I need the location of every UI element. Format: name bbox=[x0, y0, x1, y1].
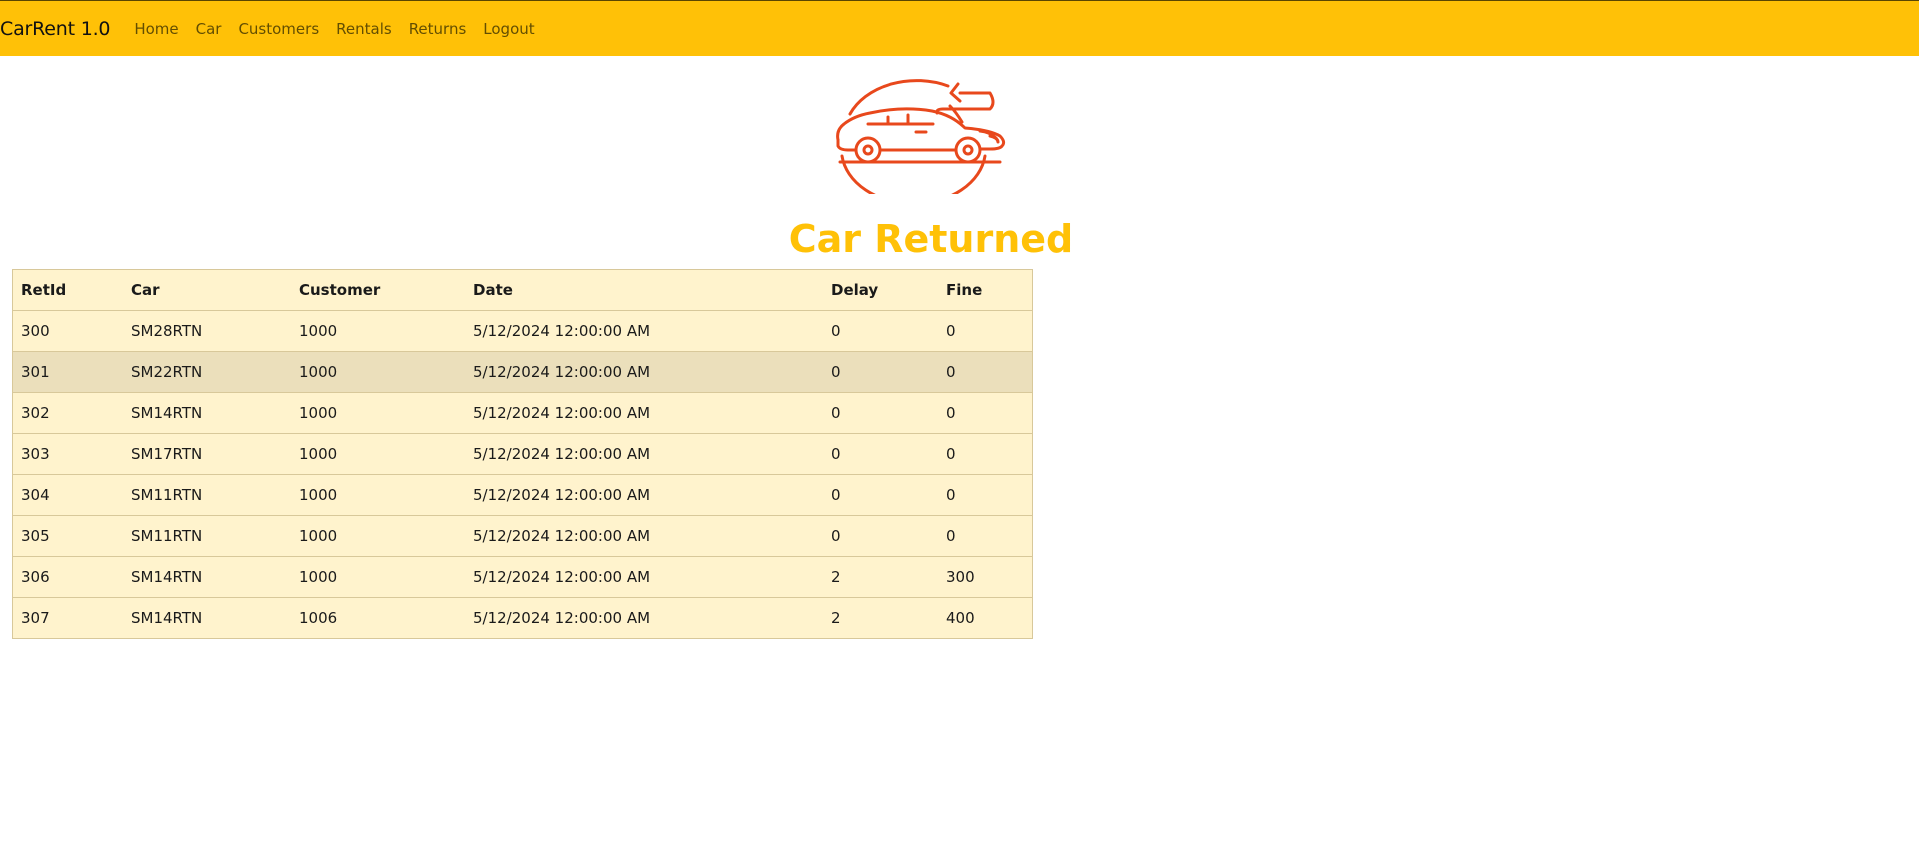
col-header-fine: Fine bbox=[938, 269, 1033, 311]
cell-delay: 0 bbox=[823, 515, 938, 557]
cell-retid: 302 bbox=[12, 392, 123, 434]
cell-fine: 0 bbox=[938, 310, 1033, 352]
cell-fine: 0 bbox=[938, 433, 1033, 475]
table-row[interactable]: 303 SM17RTN 1000 5/12/2024 12:00:00 AM 0… bbox=[12, 433, 1033, 475]
col-header-delay: Delay bbox=[823, 269, 938, 311]
col-header-date: Date bbox=[465, 269, 823, 311]
cell-date: 5/12/2024 12:00:00 AM bbox=[465, 392, 823, 434]
cell-fine: 0 bbox=[938, 392, 1033, 434]
cell-date: 5/12/2024 12:00:00 AM bbox=[465, 474, 823, 516]
brand-link[interactable]: CarRent 1.0 bbox=[0, 18, 111, 40]
cell-customer: 1000 bbox=[291, 515, 465, 557]
cell-date: 5/12/2024 12:00:00 AM bbox=[465, 597, 823, 639]
cell-car: SM11RTN bbox=[123, 515, 291, 557]
cell-date: 5/12/2024 12:00:00 AM bbox=[465, 310, 823, 352]
cell-fine: 400 bbox=[938, 597, 1033, 639]
cell-customer: 1000 bbox=[291, 433, 465, 475]
cell-date: 5/12/2024 12:00:00 AM bbox=[465, 515, 823, 557]
cell-date: 5/12/2024 12:00:00 AM bbox=[465, 556, 823, 598]
table-row[interactable]: 300 SM28RTN 1000 5/12/2024 12:00:00 AM 0… bbox=[12, 310, 1033, 352]
cell-retid: 305 bbox=[12, 515, 123, 557]
cell-delay: 2 bbox=[823, 556, 938, 598]
cell-car: SM14RTN bbox=[123, 556, 291, 598]
cell-customer: 1000 bbox=[291, 474, 465, 516]
cell-delay: 0 bbox=[823, 351, 938, 393]
cell-fine: 0 bbox=[938, 351, 1033, 393]
cell-customer: 1006 bbox=[291, 597, 465, 639]
table-row[interactable]: 302 SM14RTN 1000 5/12/2024 12:00:00 AM 0… bbox=[12, 392, 1033, 434]
nav-link-logout[interactable]: Logout bbox=[483, 20, 534, 38]
cell-retid: 304 bbox=[12, 474, 123, 516]
nav-link-returns[interactable]: Returns bbox=[409, 20, 467, 38]
cell-customer: 1000 bbox=[291, 556, 465, 598]
cell-car: SM22RTN bbox=[123, 351, 291, 393]
nav-link-home[interactable]: Home bbox=[134, 20, 178, 38]
cell-fine: 0 bbox=[938, 474, 1033, 516]
cell-retid: 306 bbox=[12, 556, 123, 598]
table-row[interactable]: 305 SM11RTN 1000 5/12/2024 12:00:00 AM 0… bbox=[12, 515, 1033, 557]
nav-link-car[interactable]: Car bbox=[196, 20, 222, 38]
cell-retid: 307 bbox=[12, 597, 123, 639]
cell-fine: 0 bbox=[938, 515, 1033, 557]
table-row[interactable]: 301 SM22RTN 1000 5/12/2024 12:00:00 AM 0… bbox=[12, 351, 1033, 393]
cell-fine: 300 bbox=[938, 556, 1033, 598]
page-title: Car Returned bbox=[788, 217, 1074, 261]
table-header-row: RetId Car Customer Date Delay Fine bbox=[12, 269, 1033, 311]
cell-car: SM14RTN bbox=[123, 597, 291, 639]
cell-car: SM11RTN bbox=[123, 474, 291, 516]
cell-delay: 0 bbox=[823, 474, 938, 516]
cell-retid: 303 bbox=[12, 433, 123, 475]
cell-car: SM14RTN bbox=[123, 392, 291, 434]
cell-customer: 1000 bbox=[291, 392, 465, 434]
navbar: CarRent 1.0 Home Car Customers Rentals R… bbox=[0, 0, 1919, 56]
table-row[interactable]: 306 SM14RTN 1000 5/12/2024 12:00:00 AM 2… bbox=[12, 556, 1033, 598]
cell-date: 5/12/2024 12:00:00 AM bbox=[465, 351, 823, 393]
cell-delay: 0 bbox=[823, 310, 938, 352]
cell-retid: 301 bbox=[12, 351, 123, 393]
car-return-logo bbox=[830, 76, 1016, 206]
cell-retid: 300 bbox=[12, 310, 123, 352]
car-return-icon bbox=[836, 79, 1006, 206]
cell-customer: 1000 bbox=[291, 310, 465, 352]
nav-link-customers[interactable]: Customers bbox=[238, 20, 319, 38]
cell-delay: 0 bbox=[823, 392, 938, 434]
cell-customer: 1000 bbox=[291, 351, 465, 393]
cell-delay: 2 bbox=[823, 597, 938, 639]
cell-car: SM28RTN bbox=[123, 310, 291, 352]
col-header-car: Car bbox=[123, 269, 291, 311]
table-row[interactable]: 304 SM11RTN 1000 5/12/2024 12:00:00 AM 0… bbox=[12, 474, 1033, 516]
returns-table: RetId Car Customer Date Delay Fine 300 S… bbox=[12, 269, 1033, 639]
cell-delay: 0 bbox=[823, 433, 938, 475]
col-header-customer: Customer bbox=[291, 269, 465, 311]
cell-date: 5/12/2024 12:00:00 AM bbox=[465, 433, 823, 475]
col-header-retid: RetId bbox=[12, 269, 123, 311]
table-row[interactable]: 307 SM14RTN 1006 5/12/2024 12:00:00 AM 2… bbox=[12, 597, 1033, 639]
nav-link-rentals[interactable]: Rentals bbox=[336, 20, 392, 38]
cell-car: SM17RTN bbox=[123, 433, 291, 475]
